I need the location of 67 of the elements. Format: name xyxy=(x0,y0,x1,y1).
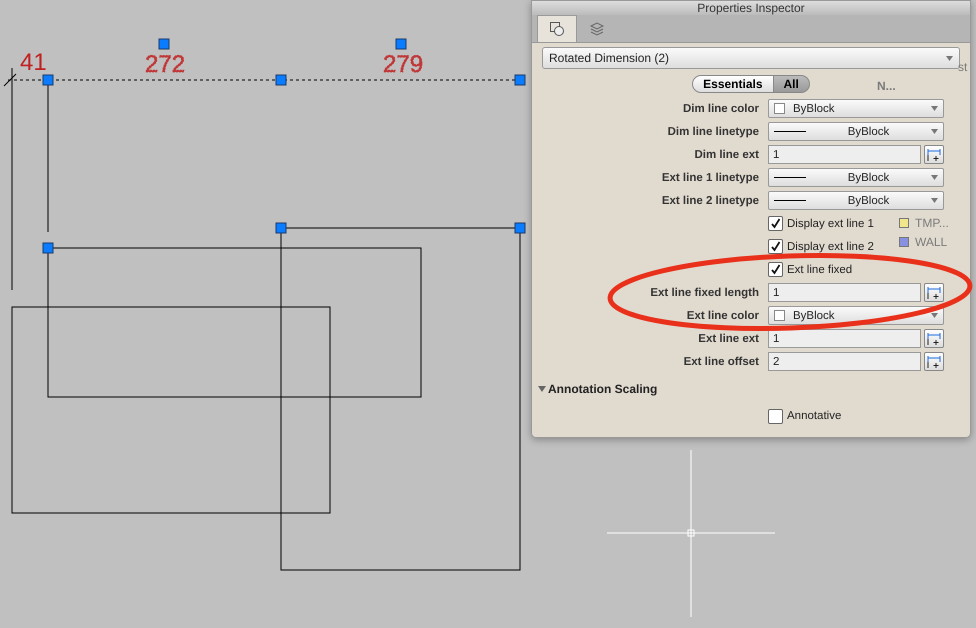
checkbox-label: Annotative xyxy=(787,410,842,422)
caret-icon xyxy=(946,56,953,60)
grip-handle[interactable] xyxy=(276,74,286,86)
property-label: Dim line ext xyxy=(693,148,759,160)
property-label: Ext line ext xyxy=(697,332,759,344)
dimension-text: 279 xyxy=(383,51,424,78)
caret-icon xyxy=(931,129,938,134)
disclosure-triangle-icon xyxy=(538,385,546,393)
search-hint: st xyxy=(958,60,968,74)
shapes-icon xyxy=(549,21,565,37)
value-field[interactable]: 2 xyxy=(768,352,921,371)
line-sample-icon xyxy=(774,176,806,179)
section-header[interactable]: Annotation Scaling xyxy=(538,382,960,396)
measure-icon xyxy=(927,354,941,368)
property-label: Ext line fixed length xyxy=(649,286,759,298)
caret-icon xyxy=(931,106,938,111)
pick-point-button[interactable] xyxy=(924,352,944,371)
checkmark-icon xyxy=(770,218,781,229)
measure-icon xyxy=(927,148,941,162)
checkmark-icon xyxy=(770,264,781,275)
linetype-dropdown[interactable]: ByBlock xyxy=(768,122,944,141)
grip-handle[interactable] xyxy=(276,222,286,234)
checkmark-icon xyxy=(770,241,781,252)
grip-handle[interactable] xyxy=(42,74,54,86)
line-sample-icon xyxy=(774,130,806,133)
value-field[interactable]: 1 xyxy=(768,329,921,348)
caret-icon xyxy=(931,313,938,318)
checkbox[interactable] xyxy=(768,262,783,277)
grip-handle[interactable] xyxy=(158,38,170,50)
value-field[interactable]: 1 xyxy=(768,145,921,164)
property-label: Ext line 1 linetype xyxy=(660,172,759,184)
grip-handle[interactable] xyxy=(514,74,526,86)
selection-dropdown[interactable]: Rotated Dimension (2) xyxy=(542,47,960,69)
segment-button[interactable]: All xyxy=(774,75,810,93)
property-label: Ext line 2 linetype xyxy=(660,194,759,206)
property-label: Ext line offset xyxy=(682,356,759,368)
tab[interactable] xyxy=(537,15,577,42)
checkbox[interactable] xyxy=(768,408,783,424)
caret-icon xyxy=(931,198,938,203)
layers-icon xyxy=(589,20,605,36)
dimension-text: 272 xyxy=(145,51,186,78)
property-label: Dim line color xyxy=(682,102,759,114)
grip-handle[interactable] xyxy=(514,222,526,234)
segment-button[interactable]: Essentials xyxy=(692,75,774,93)
measure-icon xyxy=(927,286,941,300)
caret-icon xyxy=(931,175,938,180)
linetype-dropdown[interactable]: ByBlock xyxy=(768,168,944,187)
checkbox-label: Ext line fixed xyxy=(787,264,852,276)
measure-icon xyxy=(927,332,941,346)
grip-handle[interactable] xyxy=(396,38,406,50)
pick-point-button[interactable] xyxy=(924,145,944,164)
dimension-text: 41 xyxy=(20,49,47,76)
property-label: Dim line linetype xyxy=(666,126,759,138)
checkbox[interactable] xyxy=(768,216,783,231)
grip-handle[interactable] xyxy=(42,242,54,254)
property-label: Ext line color xyxy=(686,310,759,322)
pick-point-button[interactable] xyxy=(924,283,944,302)
color-dropdown[interactable]: ByBlock xyxy=(768,99,944,118)
column-header: N... xyxy=(877,79,896,93)
checkbox-label: Display ext line 2 xyxy=(787,240,874,252)
linetype-dropdown[interactable]: ByBlock xyxy=(768,191,944,210)
value-field[interactable]: 1 xyxy=(768,283,921,302)
line-sample-icon xyxy=(774,199,806,202)
pick-point-button[interactable] xyxy=(924,329,944,348)
checkbox-label: Display ext line 1 xyxy=(787,218,874,230)
window-title: Properties Inspector xyxy=(532,1,970,15)
checkbox[interactable] xyxy=(768,239,783,254)
